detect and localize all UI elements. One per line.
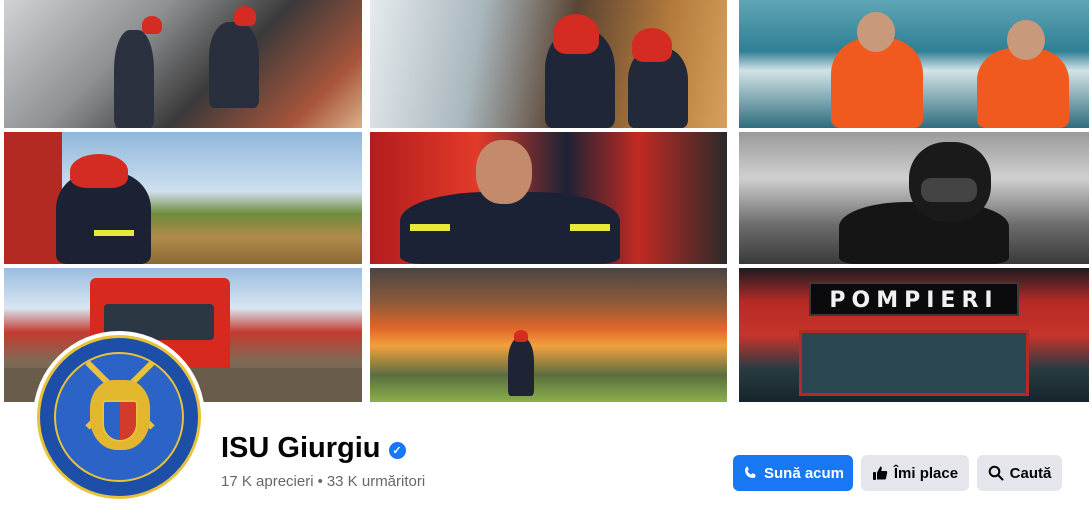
like-label: Îmi place bbox=[893, 464, 959, 482]
cover-tile-grass-fire bbox=[370, 268, 727, 402]
cover-tile-field bbox=[4, 132, 362, 264]
cover-tile-heart-gesture bbox=[370, 132, 727, 264]
verified-badge-icon: ✓ bbox=[388, 441, 406, 459]
cover-tile-hose bbox=[370, 0, 727, 128]
pompieri-sign: POMPIERI bbox=[809, 282, 1019, 316]
cover-tile-roof-fire bbox=[4, 0, 362, 128]
cover-tile-diver bbox=[739, 132, 1089, 264]
followers-count[interactable]: 33 K urmăritori bbox=[327, 473, 425, 490]
search-icon bbox=[988, 465, 1004, 481]
search-button[interactable]: Caută bbox=[977, 455, 1062, 491]
phone-icon bbox=[742, 465, 758, 481]
like-button[interactable]: Îmi place bbox=[861, 455, 969, 491]
profile-avatar[interactable] bbox=[33, 331, 205, 503]
search-label: Caută bbox=[1009, 464, 1052, 482]
cover-tile-truck-cabin: POMPIERI bbox=[739, 268, 1089, 402]
cover-photo[interactable]: POMPIERI bbox=[0, 0, 1092, 402]
cover-tile-boat-crew bbox=[739, 0, 1089, 128]
call-now-button[interactable]: Sună acum bbox=[733, 455, 853, 491]
call-now-label: Sună acum bbox=[763, 464, 845, 482]
page-name: ISU Giurgiu bbox=[221, 432, 381, 464]
thumbs-up-icon bbox=[872, 465, 888, 481]
likes-count[interactable]: 17 K aprecieri bbox=[221, 473, 314, 490]
stats-separator: • bbox=[317, 473, 323, 490]
isu-emblem-icon bbox=[37, 335, 201, 499]
page-stats: 17 K aprecieri • 33 K urmăritori bbox=[221, 473, 425, 490]
page-title: ISU Giurgiu ✓ bbox=[221, 432, 406, 465]
